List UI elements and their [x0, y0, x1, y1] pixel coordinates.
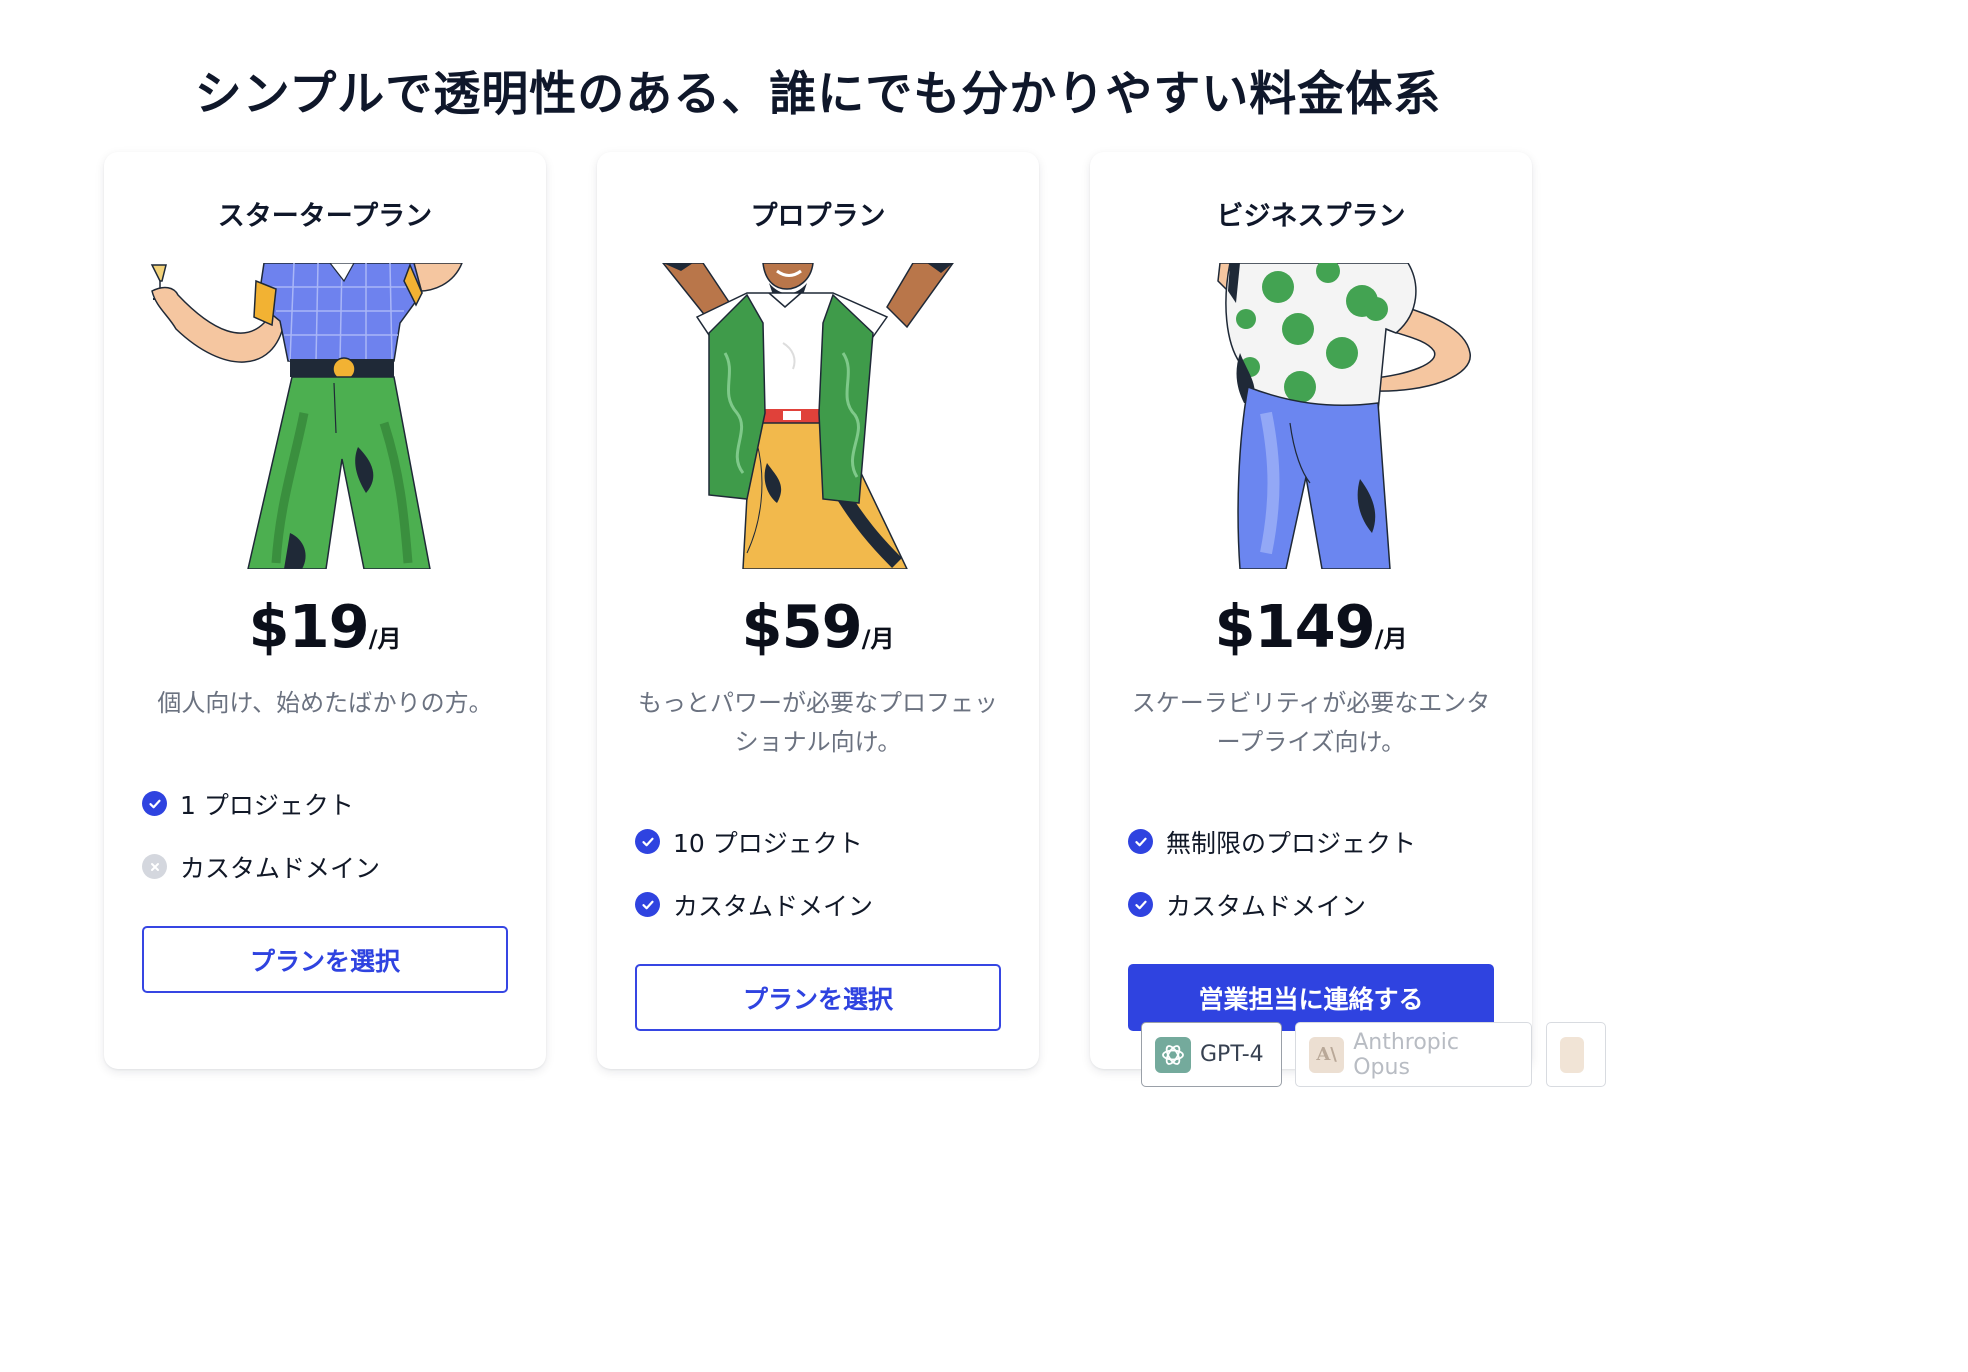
- price-unit: /月: [368, 625, 402, 653]
- model-chip-label: Anthropic Opus: [1353, 1029, 1459, 1080]
- feature-item: カスタムドメイン: [635, 873, 1015, 936]
- anthropic-logo-icon: A\: [1309, 1036, 1345, 1073]
- feature-item: カスタムドメイン: [142, 835, 522, 898]
- check-icon: [635, 829, 660, 854]
- feature-item: カスタムドメイン: [1128, 873, 1508, 936]
- feature-item: 1 プロジェクト: [142, 772, 522, 835]
- feature-label: カスタムドメイン: [180, 853, 381, 883]
- feature-label: カスタムドメイン: [1166, 891, 1367, 921]
- model-chip-anthropic-opus[interactable]: A\ Anthropic Opus: [1295, 1022, 1532, 1087]
- plan-description: 個人向け、始めたばかりの方。: [157, 689, 493, 717]
- person-illustration: [662, 263, 954, 569]
- page-heading: シンプルで透明性のある、誰にでも分かりやすい料金体系: [194, 67, 1442, 122]
- contact-sales-button[interactable]: 営業担当に連絡する: [1128, 964, 1494, 1031]
- feature-label: 無制限のプロジェクト: [1166, 828, 1417, 858]
- plan-description: スケーラビリティが必要なエンタープライズ向け。: [1131, 689, 1491, 756]
- cross-icon: [142, 854, 167, 879]
- feature-list: 10 プロジェクト カスタムドメイン: [635, 810, 1015, 936]
- model-chip-partial[interactable]: [1546, 1022, 1606, 1087]
- feature-item: 無制限のプロジェクト: [1128, 810, 1508, 873]
- pricing-card-business: ビジネスプラン $149/月 スケーラビリティが必要なエンタープライズ向け。 無…: [1090, 152, 1532, 1069]
- check-icon: [1128, 892, 1153, 917]
- model-chip-label: GPT-4: [1200, 1042, 1264, 1067]
- plan-name: ビジネスプラン: [1216, 201, 1406, 232]
- plan-name: スタータープラン: [217, 201, 433, 232]
- plan-price: $149/月: [1090, 592, 1532, 661]
- check-icon: [1128, 829, 1153, 854]
- openai-logo-icon: [1155, 1036, 1191, 1073]
- pricing-card-starter: スタータープラン $19/月 個人向け、始めたばかりの方。 1 プロジェクト カ…: [104, 152, 546, 1069]
- model-chip-gpt4[interactable]: GPT-4: [1141, 1022, 1282, 1087]
- pricing-card-pro: プロプラン $59/月 もっとパワーが必要なプロフェッショナル向け。 10 プロ…: [597, 152, 1039, 1069]
- person-illustration: [150, 263, 463, 569]
- check-icon: [635, 892, 660, 917]
- price-unit: /月: [861, 625, 895, 653]
- check-icon: [142, 791, 167, 816]
- plan-description: もっとパワーが必要なプロフェッショナル向け。: [638, 689, 998, 756]
- select-plan-button[interactable]: プランを選択: [142, 926, 508, 993]
- feature-list: 1 プロジェクト カスタムドメイン: [142, 772, 522, 898]
- price-amount: $19: [248, 592, 370, 661]
- plan-name: プロプラン: [750, 201, 886, 232]
- person-illustration: [1217, 263, 1471, 569]
- model-logo-icon: [1560, 1036, 1584, 1073]
- price-unit: /月: [1374, 625, 1408, 653]
- feature-list: 無制限のプロジェクト カスタムドメイン: [1128, 810, 1508, 936]
- feature-item: 10 プロジェクト: [635, 810, 1015, 873]
- feature-label: 10 プロジェクト: [673, 828, 863, 858]
- plan-price: $19/月: [104, 592, 546, 661]
- price-amount: $59: [741, 592, 863, 661]
- plan-price: $59/月: [597, 592, 1039, 661]
- feature-label: カスタムドメイン: [673, 891, 874, 921]
- feature-label: 1 プロジェクト: [180, 790, 354, 820]
- select-plan-button[interactable]: プランを選択: [635, 964, 1001, 1031]
- price-amount: $149: [1214, 592, 1376, 661]
